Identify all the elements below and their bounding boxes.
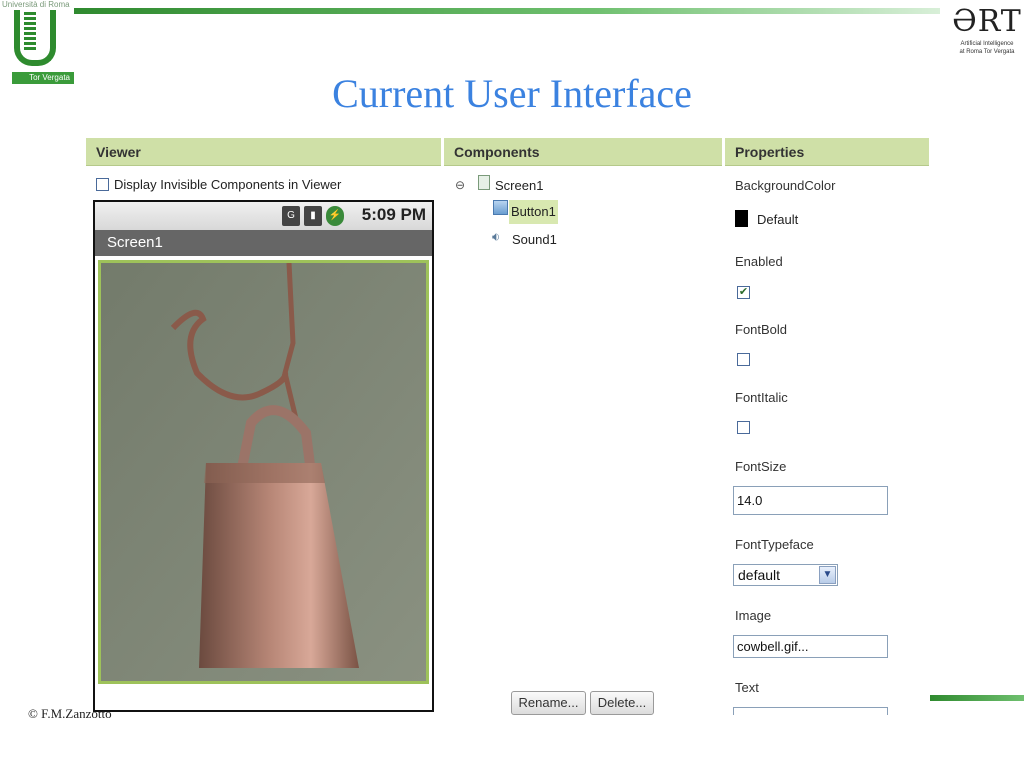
prop-label-enabled: Enabled xyxy=(735,254,783,269)
fonttypeface-select[interactable]: default ▼ xyxy=(733,564,838,586)
status-time: 5:09 PM xyxy=(361,205,426,224)
network-icon: G xyxy=(282,206,300,226)
prop-label-backgroundcolor: BackgroundColor xyxy=(735,178,836,193)
collapse-toggle-icon[interactable]: ⊖ xyxy=(455,178,465,192)
fonttypeface-value: default xyxy=(738,567,781,583)
display-invisible-checkbox[interactable] xyxy=(96,178,109,191)
battery-icon: ⚡ xyxy=(326,206,344,226)
chevron-down-icon[interactable]: ▼ xyxy=(819,566,836,584)
prop-label-fonttypeface: FontTypeface xyxy=(735,537,814,552)
cowbell-image xyxy=(101,263,426,681)
text-input[interactable] xyxy=(733,707,888,715)
header-rule xyxy=(74,8,940,14)
prop-label-text: Text xyxy=(735,680,759,695)
prop-label-fontsize: FontSize xyxy=(735,459,787,474)
sound-icon: 🔉︎ xyxy=(492,229,501,244)
phone-status-bar: G ▮ ⚡ 5:09 PM xyxy=(95,202,432,230)
screen-icon xyxy=(478,175,490,190)
status-icons: G ▮ ⚡ xyxy=(282,206,344,226)
slide-title: Current User Interface xyxy=(332,71,692,116)
phone-preview: G ▮ ⚡ 5:09 PM Screen1 xyxy=(93,200,434,712)
footer-rule xyxy=(930,695,1024,701)
button1-image[interactable] xyxy=(98,260,429,684)
university-name: Università di Roma xyxy=(2,0,70,9)
image-input[interactable]: cowbell.gif... xyxy=(733,635,888,658)
tree-item-button1[interactable]: Button1 xyxy=(509,200,558,224)
fontitalic-checkbox[interactable] xyxy=(737,421,750,434)
prop-label-image: Image xyxy=(735,608,772,623)
backgroundcolor-value[interactable]: Default xyxy=(757,212,798,227)
components-header: Components xyxy=(444,138,722,166)
ai-lab-sub2: at Roma Tor Vergata xyxy=(959,49,1015,55)
prop-label-fontitalic: FontItalic xyxy=(735,390,788,405)
screen-title-bar: Screen1 xyxy=(95,230,432,256)
fontsize-input[interactable]: 14.0 xyxy=(733,486,888,515)
copyright: © F.M.Zanzotto xyxy=(28,706,112,721)
signal-icon: ▮ xyxy=(304,206,322,226)
fontbold-checkbox[interactable] xyxy=(737,353,750,366)
properties-header: Properties xyxy=(725,138,929,166)
button-icon xyxy=(493,200,508,215)
display-invisible-label: Display Invisible Components in Viewer xyxy=(114,177,342,192)
tree-item-screen1[interactable]: Screen1 xyxy=(495,178,543,193)
rename-button[interactable]: Rename... xyxy=(511,691,586,715)
delete-button[interactable]: Delete... xyxy=(590,691,654,715)
university-bars xyxy=(24,12,36,50)
ai-lab-mark: ƏRT xyxy=(952,4,1022,39)
tree-item-sound1[interactable]: Sound1 xyxy=(512,232,557,247)
viewer-header: Viewer xyxy=(86,138,441,166)
ai-lab-logo: ƏRT Artificial Intelligence at Roma Tor … xyxy=(952,4,1022,70)
color-swatch[interactable] xyxy=(735,210,748,227)
prop-label-fontbold: FontBold xyxy=(735,322,788,337)
enabled-checkbox[interactable]: ✔ xyxy=(737,286,750,299)
ai-lab-sub1: Artificial Intelligence xyxy=(960,41,1014,47)
